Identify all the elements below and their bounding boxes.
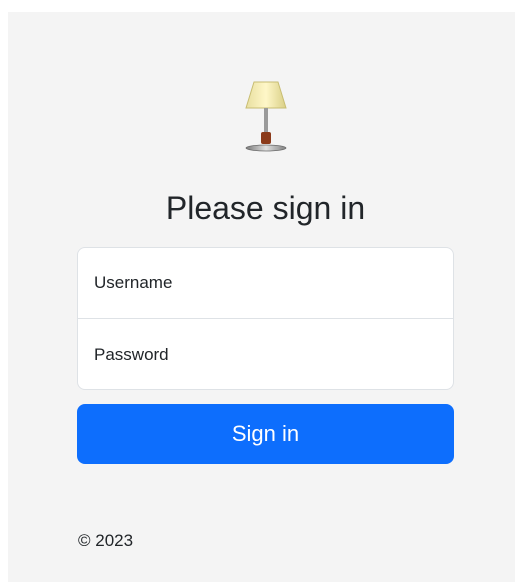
page-title: Please sign in (165, 190, 366, 226)
username-field[interactable] (78, 248, 453, 319)
copyright-text: © 2023 (78, 531, 134, 550)
signin-form (77, 247, 454, 390)
table-lamp-icon (245, 81, 287, 152)
password-field[interactable] (78, 319, 453, 389)
sign-in-button[interactable]: Sign in (77, 404, 454, 464)
